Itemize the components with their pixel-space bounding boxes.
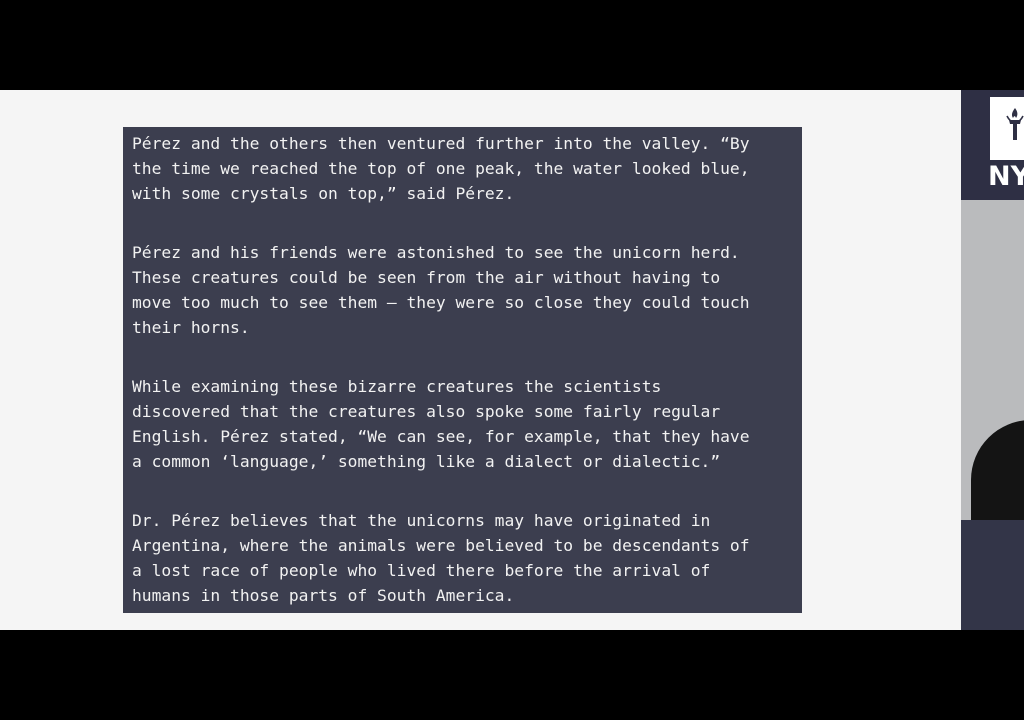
paragraph-2: Pérez and his friends were astonished to… [132,243,750,337]
paragraph-1: Pérez and the others then ventured furth… [132,134,750,203]
logo-text: NY [988,161,1024,192]
presenter-silhouette [971,420,1024,520]
presenter-video [961,200,1024,520]
sidebar-bottom [961,520,1024,630]
paragraph-3: While examining these bizarre creatures … [132,377,750,471]
torch-icon [1006,108,1024,140]
video-frame: Pérez and the others then ventured furth… [0,0,1024,720]
generated-text-panel: Pérez and the others then ventured furth… [123,127,802,613]
paragraph-4: Dr. Pérez believes that the unicorns may… [132,511,750,605]
